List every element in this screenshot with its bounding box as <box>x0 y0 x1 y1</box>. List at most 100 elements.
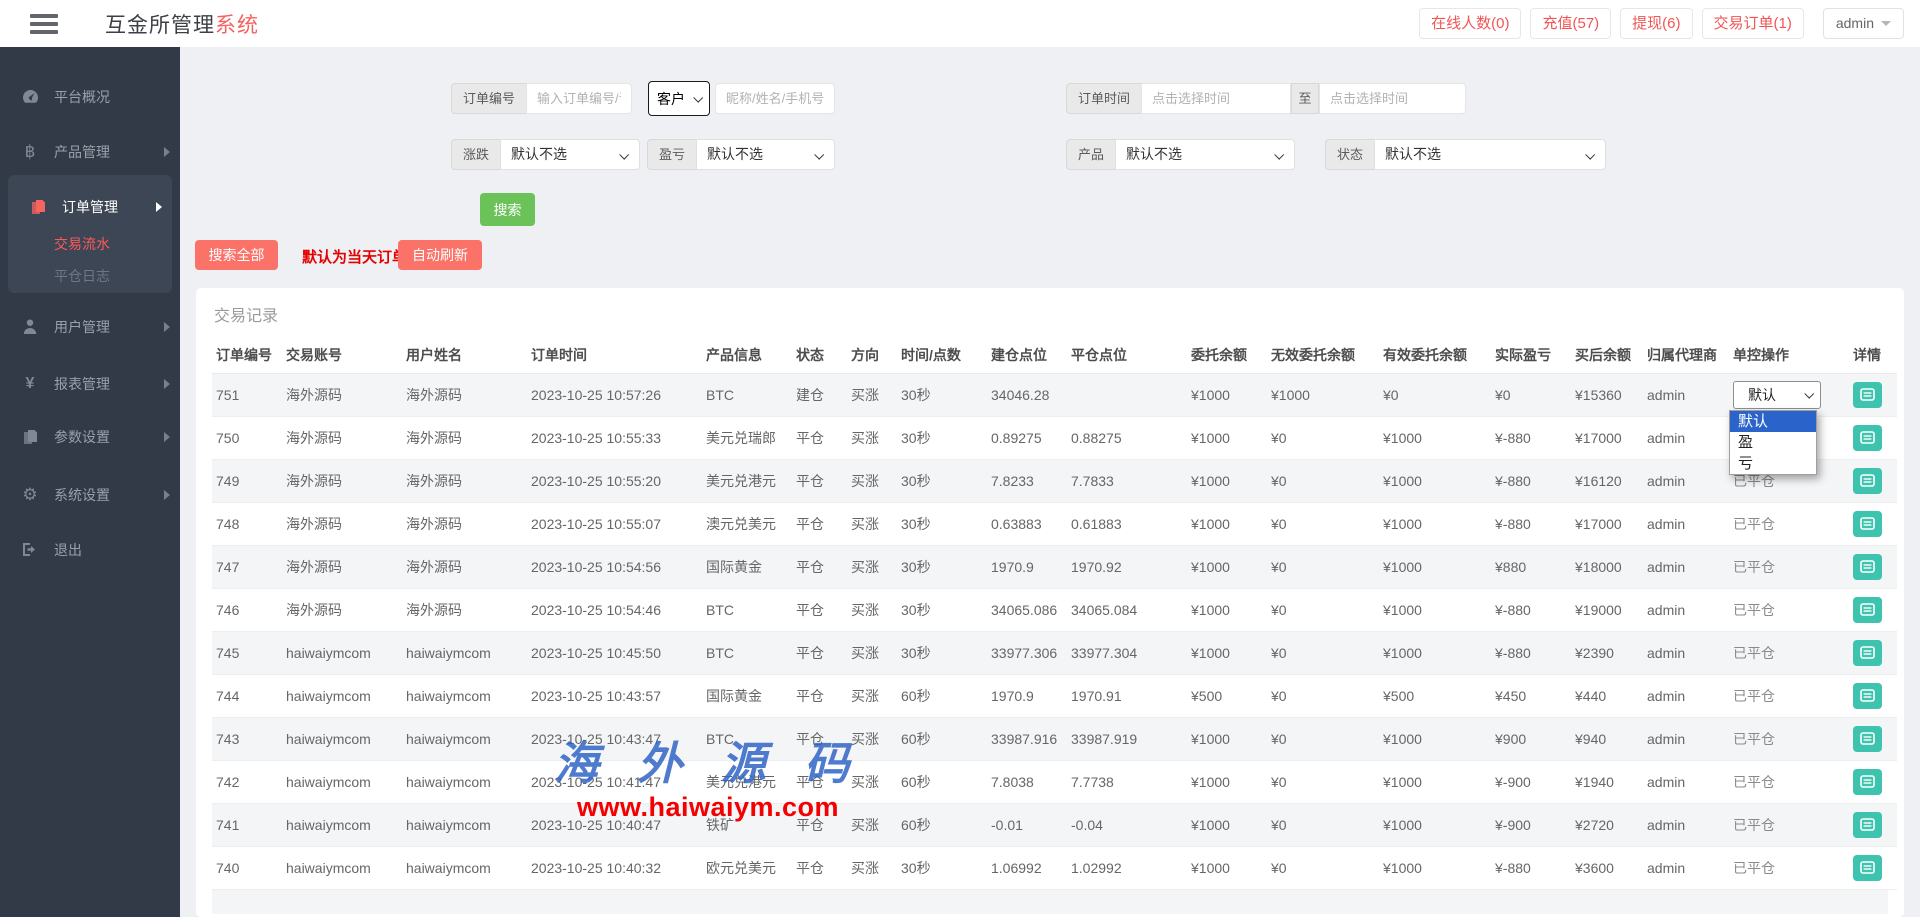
order-no-input[interactable] <box>526 83 632 114</box>
detail-button[interactable] <box>1853 425 1882 451</box>
detail-button[interactable] <box>1853 683 1882 709</box>
column-header: 买后余额 <box>1571 338 1643 373</box>
cell-valid: ¥1000 <box>1379 803 1491 846</box>
sidebar-item-orders[interactable]: 订单管理 <box>8 190 172 224</box>
cell-detail <box>1849 674 1897 717</box>
cell-account: 海外源码 <box>282 502 402 545</box>
cell-open: 34065.086 <box>987 588 1067 631</box>
column-header: 建仓点位 <box>987 338 1067 373</box>
column-header: 方向 <box>847 338 897 373</box>
profit-select[interactable]: 默认不选 <box>696 139 835 170</box>
customer-type-select[interactable]: 客户 <box>648 81 710 116</box>
search-button[interactable]: 搜索 <box>480 193 535 226</box>
sidebar-subitem-close-log[interactable]: 平仓日志 <box>8 263 172 289</box>
cell-name: 海外源码 <box>402 545 527 588</box>
cell-status: 平仓 <box>792 416 847 459</box>
detail-button[interactable] <box>1853 554 1882 580</box>
cell-duration: 60秒 <box>897 674 987 717</box>
cell-profit: ¥450 <box>1491 674 1571 717</box>
order-no-label: 订单编号 <box>451 83 526 114</box>
cell-agent: admin <box>1643 760 1729 803</box>
control-option[interactable]: 亏 <box>1730 453 1816 474</box>
cell-invalid: ¥0 <box>1267 631 1379 674</box>
online-users-badge[interactable]: 在线人数(0) <box>1419 8 1521 39</box>
status-select[interactable]: 默认不选 <box>1374 139 1606 170</box>
search-all-button[interactable]: 搜索全部 <box>195 240 278 270</box>
recharge-badge[interactable]: 充值(57) <box>1530 8 1611 39</box>
detail-button[interactable] <box>1853 812 1882 838</box>
cell-direction: 买涨 <box>847 760 897 803</box>
cell-invalid: ¥0 <box>1267 416 1379 459</box>
user-icon <box>20 318 40 336</box>
time-from-input[interactable] <box>1141 83 1291 114</box>
product-select[interactable]: 默认不选 <box>1115 139 1295 170</box>
column-header: 订单时间 <box>527 338 702 373</box>
detail-button[interactable] <box>1853 382 1882 408</box>
cell-entrust: ¥1000 <box>1187 373 1267 416</box>
detail-button[interactable] <box>1853 640 1882 666</box>
detail-button[interactable] <box>1853 597 1882 623</box>
cell-after: ¥940 <box>1571 717 1643 760</box>
logout-icon <box>20 541 40 559</box>
orders-icon <box>28 198 48 216</box>
detail-button[interactable] <box>1853 855 1882 881</box>
cell-open: 0.63883 <box>987 502 1067 545</box>
cell-account: haiwaiymcom <box>282 846 402 889</box>
cell-time: 2023-10-25 10:57:26 <box>527 373 702 416</box>
cell-after: ¥17000 <box>1571 416 1643 459</box>
cell-detail <box>1849 502 1897 545</box>
gear-icon: ⚙ <box>20 485 40 505</box>
sidebar-item-users[interactable]: 用户管理 <box>0 310 180 344</box>
cell-order: 741 <box>212 803 282 846</box>
admin-user-menu[interactable]: admin <box>1823 8 1904 39</box>
withdraw-badge[interactable]: 提现(6) <box>1620 8 1692 39</box>
chevron-right-icon <box>164 147 170 157</box>
sidebar-subitem-trade-flow[interactable]: 交易流水 <box>8 231 172 257</box>
cell-control: 已平仓 <box>1729 674 1849 717</box>
cell-duration: 30秒 <box>897 846 987 889</box>
column-header: 交易账号 <box>282 338 402 373</box>
detail-button[interactable] <box>1853 769 1882 795</box>
sidebar-item-system[interactable]: ⚙ 系统设置 <box>0 478 180 512</box>
sidebar-item-products[interactable]: ฿ 产品管理 <box>0 135 180 169</box>
cell-status: 平仓 <box>792 459 847 502</box>
sidebar-item-logout[interactable]: 退出 <box>0 533 180 567</box>
control-select[interactable]: 默认 <box>1733 381 1821 409</box>
closed-status-text: 已平仓 <box>1733 516 1775 532</box>
cell-entrust: ¥1000 <box>1187 803 1267 846</box>
cell-control: 已平仓 <box>1729 631 1849 674</box>
cell-order: 743 <box>212 717 282 760</box>
cell-account: 海外源码 <box>282 373 402 416</box>
hamburger-menu-icon[interactable] <box>30 10 60 38</box>
cell-agent: admin <box>1643 674 1729 717</box>
trade-orders-badge[interactable]: 交易订单(1) <box>1702 8 1804 39</box>
control-option[interactable]: 默认 <box>1730 411 1816 432</box>
detail-button[interactable] <box>1853 726 1882 752</box>
cell-open: 33977.306 <box>987 631 1067 674</box>
cell-account: haiwaiymcom <box>282 674 402 717</box>
trade-table-body: 751海外源码海外源码2023-10-25 10:57:26BTC建仓买涨30秒… <box>212 373 1897 889</box>
sidebar-item-reports[interactable]: ¥ 报表管理 <box>0 367 180 401</box>
cell-entrust: ¥1000 <box>1187 631 1267 674</box>
cell-entrust: ¥1000 <box>1187 459 1267 502</box>
detail-button[interactable] <box>1853 468 1882 494</box>
cell-name: 海外源码 <box>402 502 527 545</box>
detail-button[interactable] <box>1853 511 1882 537</box>
time-to-input[interactable] <box>1319 83 1466 114</box>
control-option[interactable]: 盈 <box>1730 432 1816 453</box>
cell-profit: ¥-900 <box>1491 803 1571 846</box>
updown-select[interactable]: 默认不选 <box>500 139 640 170</box>
auto-refresh-button[interactable]: 自动刷新 <box>398 240 482 270</box>
cell-duration: 30秒 <box>897 631 987 674</box>
cell-order: 746 <box>212 588 282 631</box>
cell-status: 平仓 <box>792 631 847 674</box>
cell-profit: ¥900 <box>1491 717 1571 760</box>
cell-direction: 买涨 <box>847 502 897 545</box>
table-row: 743haiwaiymcomhaiwaiymcom2023-10-25 10:4… <box>212 717 1897 760</box>
sidebar-item-params[interactable]: 参数设置 <box>0 420 180 454</box>
closed-status-text: 已平仓 <box>1733 602 1775 618</box>
customer-keyword-input[interactable] <box>715 83 835 114</box>
column-header: 有效委托余额 <box>1379 338 1491 373</box>
sidebar-item-dashboard[interactable]: 平台概况 <box>0 80 180 114</box>
cell-time: 2023-10-25 10:54:56 <box>527 545 702 588</box>
